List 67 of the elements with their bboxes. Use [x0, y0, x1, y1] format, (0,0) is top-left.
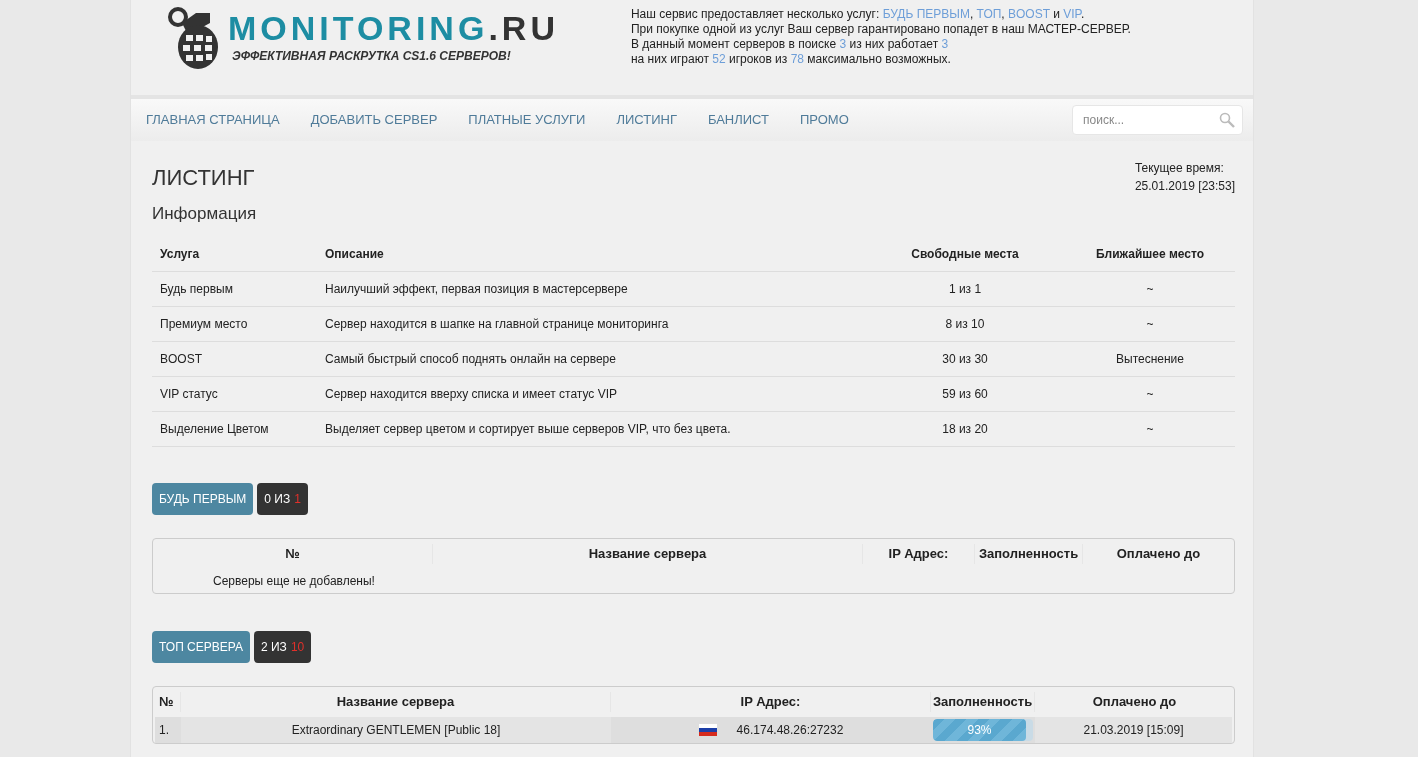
empty-message: Серверы еще не добавлены!: [213, 573, 375, 590]
table-cell: Вытеснение: [1116, 352, 1184, 366]
server-ip: 46.174.48.26:27232: [736, 722, 844, 739]
logo-tagline: ЭФФЕКТИВНАЯ РАСКРУТКА CS1.6 СЕРВЕРОВ!: [232, 48, 512, 65]
paid-until: 21.03.2019 [15:09]: [1083, 722, 1184, 739]
logo-name: MONITORING: [228, 9, 489, 47]
table-cell: Самый быстрый способ поднять онлайн на сервере: [325, 352, 616, 366]
server-name: Extraordinary GENTLEMEN [Public 18]: [291, 722, 501, 739]
service-link[interactable]: BOOST: [1008, 7, 1050, 21]
table-cell: Выделяет сервер цветом и сортирует выше серверов VIP, что без цвета.: [325, 422, 731, 436]
counter-badge: 0 ИЗ 1: [257, 483, 308, 515]
column-header: Ближайшее место: [1095, 246, 1205, 261]
table-cell: 59 из 60: [942, 387, 988, 401]
column-header: IP Адрес:: [888, 546, 949, 562]
section-button[interactable]: ТОП СЕРВЕРА: [152, 631, 250, 663]
table-cell: Выделение Цветом: [160, 422, 269, 436]
nav-link[interactable]: ГЛАВНАЯ СТРАНИЦА: [146, 110, 280, 130]
column-header: Свободные места: [911, 246, 1019, 261]
logo-domain: .RU: [488, 9, 559, 47]
column-header: Заполненность: [932, 694, 1033, 710]
search-field[interactable]: поиск...: [1072, 105, 1243, 135]
table-cell: Будь первым: [160, 282, 233, 296]
info-text: Наш сервис предоставляет несколько услуг: БУДЬ ПЕРВЫМ, ТОП, BOOST и VIP.: [630, 7, 1086, 22]
page-title: ЛИСТИНГ: [152, 164, 255, 192]
nav-link[interactable]: ЛИСТИНГ: [616, 110, 677, 130]
section-title: Информация: [152, 203, 258, 225]
table-cell: Сервер находится вверху списка и имеет статус VIP: [325, 387, 617, 401]
table-cell: 1 из 1: [948, 282, 982, 296]
column-header: Название сервера: [336, 694, 455, 710]
column-header: Оплачено до: [1092, 694, 1177, 710]
info-text: При покупке одной из услуг Ваш сервер гарантировано попадет в наш МАСТЕР-СЕРВЕР.: [630, 22, 1131, 37]
column-header: Услуга: [160, 246, 200, 261]
table-cell: ~: [1146, 422, 1154, 436]
time-value: 25.01.2019 [23:53]: [1134, 178, 1235, 195]
table-cell: Сервер находится в шапке на главной странице мониторинга: [325, 317, 669, 331]
flag-icon: [698, 724, 717, 736]
column-header: Заполненность: [978, 546, 1079, 562]
table-cell: ~: [1146, 387, 1154, 401]
nav-link[interactable]: ДОБАВИТЬ СЕРВЕР: [310, 110, 438, 130]
service-link[interactable]: БУДЬ ПЕРВЫМ: [882, 7, 970, 21]
table-cell: VIP статус: [160, 387, 218, 401]
table-cell: ~: [1146, 317, 1154, 331]
table-cell: ~: [1146, 282, 1154, 296]
column-header: Название сервера: [588, 546, 707, 562]
table-cell: 18 из 20: [942, 422, 988, 436]
column-header: Описание: [325, 246, 384, 261]
nav-link[interactable]: БАНЛИСТ: [707, 110, 769, 130]
info-text: В данный момент серверов в поиске 3 из них работает 3: [630, 37, 950, 52]
time-label: Текущее время:: [1134, 160, 1225, 177]
table-cell: BOOST: [160, 352, 202, 366]
service-link[interactable]: VIP: [1063, 7, 1081, 21]
search-icon: [1219, 112, 1235, 128]
fill-percent: 93%: [967, 722, 992, 739]
table-cell: 30 из 30: [942, 352, 988, 366]
row-number: 1.: [159, 723, 169, 737]
table-cell: 8 из 10: [945, 317, 985, 331]
column-header: №: [285, 546, 300, 562]
column-header: Оплачено до: [1116, 546, 1201, 562]
column-header: №: [159, 694, 174, 710]
column-header: IP Адрес:: [740, 694, 801, 710]
info-text: на них играют 52 игроков из 78 максимально возможных.: [630, 52, 952, 67]
table-cell: Премиум место: [160, 317, 248, 331]
section-button[interactable]: БУДЬ ПЕРВЫМ: [152, 483, 254, 515]
nav-link[interactable]: ПРОМО: [800, 110, 849, 130]
nav-link[interactable]: ПЛАТНЫЕ УСЛУГИ: [468, 110, 586, 130]
table-cell: Наилучший эффект, первая позиция в мастерсервере: [325, 282, 628, 296]
counter-badge: 2 ИЗ 10: [254, 631, 312, 663]
